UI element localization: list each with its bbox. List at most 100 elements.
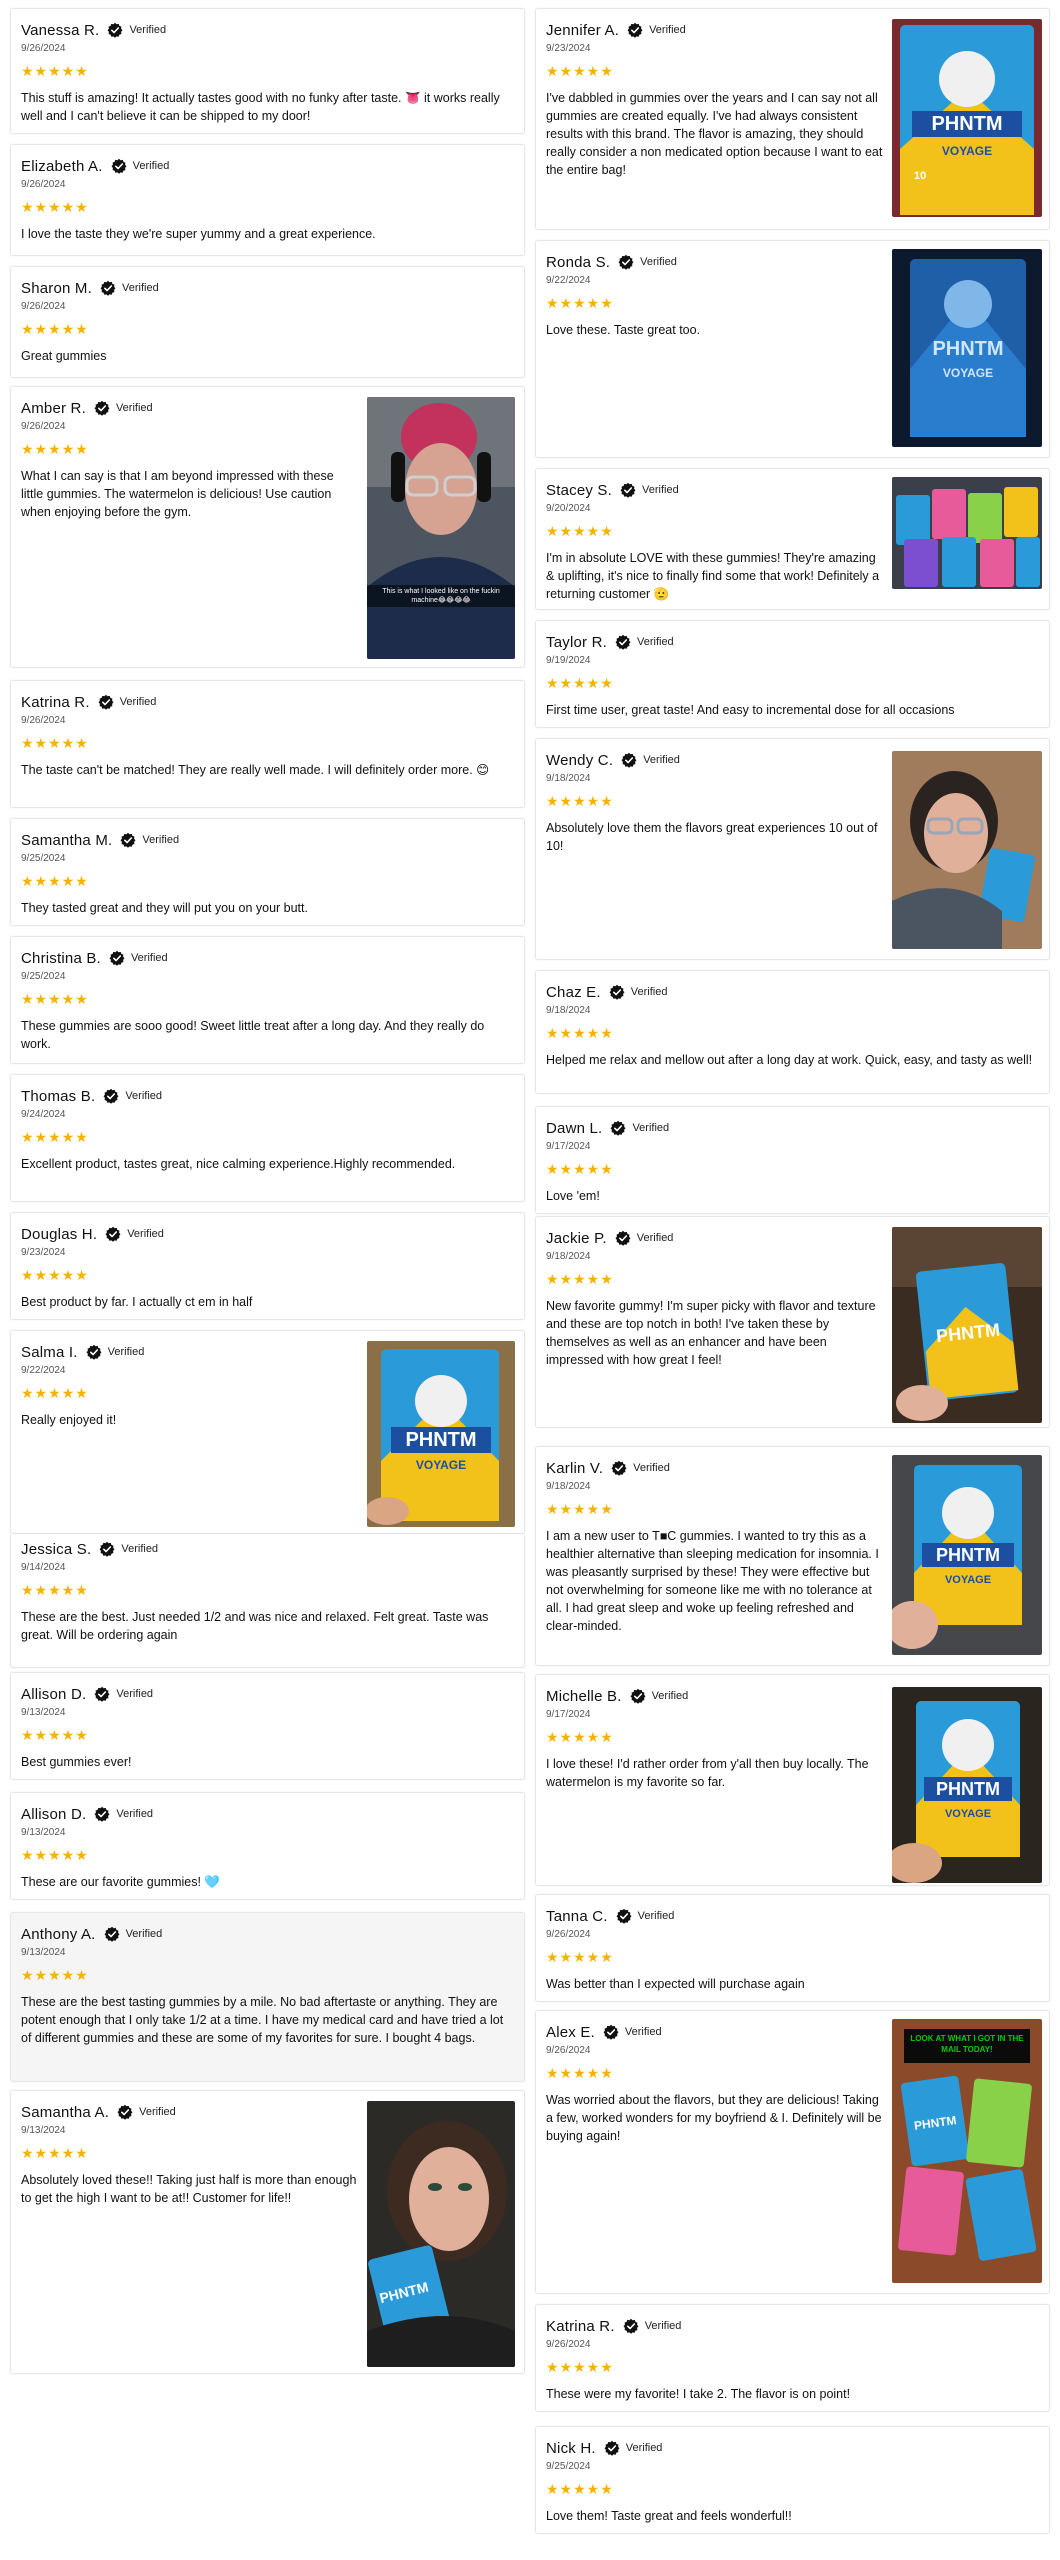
- verified-label: Verified: [130, 952, 168, 964]
- verified-label: Verified: [633, 1462, 670, 1474]
- photo-caption: This is what I looked like on the fuckin…: [367, 585, 515, 607]
- review-date: 9/18/2024: [546, 773, 591, 784]
- verified-label: Verified: [630, 986, 668, 998]
- star-rating: ★★★★★: [21, 1967, 89, 1983]
- reviewer-name: Ronda S.: [546, 253, 611, 271]
- verified-label: Verified: [119, 696, 157, 708]
- reviewer-name: Katrina R.: [546, 2317, 615, 2335]
- review-photo[interactable]: This is what I looked like on the fuckin…: [367, 397, 515, 659]
- verified-label: Verified: [121, 1543, 159, 1555]
- review-card: Allison D. Verified 9/13/2024 ★★★★★ These…: [10, 1792, 525, 1900]
- reviewer-name: Anthony A.: [21, 1925, 96, 1943]
- review-photo[interactable]: PHNTM VOYAGE: [892, 249, 1042, 447]
- review-photo[interactable]: PHNTM VOYAGE: [892, 1687, 1042, 1883]
- review-photo[interactable]: PHNTM VOYAGE: [367, 1341, 515, 1527]
- verified-check-icon: [621, 752, 637, 768]
- reviewer-name: Allison D.: [21, 1685, 87, 1703]
- star-rating: ★★★★★: [546, 295, 614, 311]
- verified-label: Verified: [642, 484, 679, 496]
- verified-label: Verified: [625, 2442, 663, 2454]
- reviewer-name: Elizabeth A.: [21, 157, 103, 175]
- reviewer-name: Christina B.: [21, 949, 101, 967]
- review-card: Ronda S. Verified 9/22/2024 ★★★★★ Love th…: [535, 240, 1050, 458]
- verified-check-icon: [98, 694, 114, 710]
- review-card: Douglas H. Verified 9/23/2024 ★★★★★ Best …: [10, 1212, 525, 1320]
- review-photo[interactable]: PHNTM VOYAGE: [892, 1455, 1042, 1655]
- review-photo[interactable]: PHNTM LOOK AT WHAT I GOT IN THE MAIL TOD…: [892, 2019, 1042, 2283]
- star-rating: ★★★★★: [21, 441, 89, 457]
- reviewer-name: Tanna C.: [546, 1907, 608, 1925]
- review-text: Love them! Taste great and feels wonderf…: [546, 2509, 792, 2523]
- review-date: 9/26/2024: [21, 179, 66, 190]
- review-text: I am a new user to T■C gummies. I wanted…: [546, 1529, 879, 1633]
- review-text: These are the best. Just needed 1/2 and …: [21, 1610, 489, 1642]
- review-date: 9/26/2024: [546, 2045, 591, 2056]
- review-date: 9/18/2024: [546, 1251, 591, 1262]
- review-text: Great gummies: [21, 349, 107, 363]
- photo-caption: LOOK AT WHAT I GOT IN THE MAIL TODAY!: [904, 2033, 1030, 2055]
- verified-check-icon: [100, 280, 116, 296]
- review-text: I've dabbled in gummies over the years a…: [546, 91, 883, 177]
- review-photo[interactable]: PHNTM: [367, 2101, 515, 2367]
- hand-holding-bag-photo-art: PHNTM VOYAGE: [892, 1687, 1042, 1883]
- verified-label: Verified: [125, 1928, 163, 1940]
- review-text: Love 'em!: [546, 1189, 600, 1203]
- review-date: 9/13/2024: [21, 2125, 66, 2136]
- reviewer-name: Salma I.: [21, 1343, 78, 1361]
- bag-brand-text: PHNTM: [936, 1779, 1000, 1799]
- review-date: 9/14/2024: [21, 1562, 66, 1573]
- review-text: Love these. Taste great too.: [546, 323, 701, 337]
- hand-holding-bag-photo-art: PHNTM: [892, 1227, 1042, 1423]
- review-date: 9/22/2024: [21, 1365, 66, 1376]
- verified-check-icon: [86, 1344, 102, 1360]
- review-photo[interactable]: PHNTM: [892, 1227, 1042, 1423]
- review-card: Dawn L. Verified 9/17/2024 ★★★★★ Love 'em…: [535, 1106, 1050, 1214]
- verified-check-icon: [620, 482, 636, 498]
- review-date: 9/19/2024: [546, 655, 591, 666]
- review-card: Katrina R. Verified 9/26/2024 ★★★★★ The t…: [10, 680, 525, 808]
- review-text: These are the best tasting gummies by a …: [21, 1995, 504, 2045]
- review-card: Nick H. Verified 9/25/2024 ★★★★★ Love the…: [535, 2426, 1050, 2534]
- verified-label: Verified: [116, 1808, 154, 1820]
- verified-label: Verified: [651, 1690, 689, 1702]
- reviewer-name: Karlin V.: [546, 1459, 604, 1477]
- bags-on-table-photo-art: PHNTM: [892, 2019, 1042, 2283]
- review-date: 9/20/2024: [546, 503, 591, 514]
- verified-check-icon: [111, 158, 127, 174]
- verified-check-icon: [105, 1226, 121, 1242]
- review-card: Elizabeth A. Verified 9/26/2024 ★★★★★ I l…: [10, 144, 525, 256]
- review-text: I'm in absolute LOVE with these gummies!…: [546, 551, 880, 601]
- review-date: 9/25/2024: [21, 853, 66, 864]
- review-photo[interactable]: [892, 477, 1042, 589]
- review-date: 9/25/2024: [21, 971, 66, 982]
- multiple-bags-photo-art: [892, 477, 1042, 589]
- reviewer-name: Samantha A.: [21, 2103, 110, 2121]
- star-rating: ★★★★★: [546, 1501, 614, 1517]
- hand-holding-bag-photo-art: PHNTM VOYAGE: [892, 1455, 1042, 1655]
- review-photo[interactable]: [892, 751, 1042, 949]
- star-rating: ★★★★★: [546, 793, 614, 809]
- review-photo[interactable]: PHNTM VOYAGE 10: [892, 19, 1042, 217]
- review-card: Jackie P. Verified 9/18/2024 ★★★★★ New fa…: [535, 1216, 1050, 1428]
- product-bag-photo-art: PHNTM VOYAGE: [367, 1341, 515, 1527]
- review-date: 9/26/2024: [546, 2339, 591, 2350]
- review-text: Absolutely loved these!! Taking just hal…: [21, 2173, 357, 2205]
- bag-brand-text: PHNTM: [932, 338, 1003, 360]
- verified-check-icon: [103, 1088, 119, 1104]
- review-text: These gummies are sooo good! Sweet littl…: [21, 1019, 485, 1051]
- review-card: Katrina R. Verified 9/26/2024 ★★★★★ These…: [535, 2304, 1050, 2412]
- review-card: Karlin V. Verified 9/18/2024 ★★★★★ I am a…: [535, 1446, 1050, 1666]
- review-text: Best gummies ever!: [21, 1755, 132, 1769]
- review-card: Vanessa R. Verified 9/26/2024 ★★★★★ This …: [10, 8, 525, 134]
- verified-label: Verified: [115, 402, 153, 414]
- review-card: Wendy C. Verified 9/18/2024 ★★★★★ Absolut…: [535, 738, 1050, 960]
- review-date: 9/18/2024: [546, 1481, 591, 1492]
- review-text: These were my favorite! I take 2. The fl…: [546, 2387, 851, 2401]
- star-rating: ★★★★★: [21, 1582, 89, 1598]
- review-text: This stuff is amazing! It actually taste…: [21, 91, 500, 123]
- verified-check-icon: [630, 1688, 646, 1704]
- reviewer-name: Michelle B.: [546, 1687, 622, 1705]
- review-card: Christina B. Verified 9/25/2024 ★★★★★ The…: [10, 936, 525, 1064]
- verified-check-icon: [94, 1686, 110, 1702]
- verified-label: Verified: [637, 1910, 675, 1922]
